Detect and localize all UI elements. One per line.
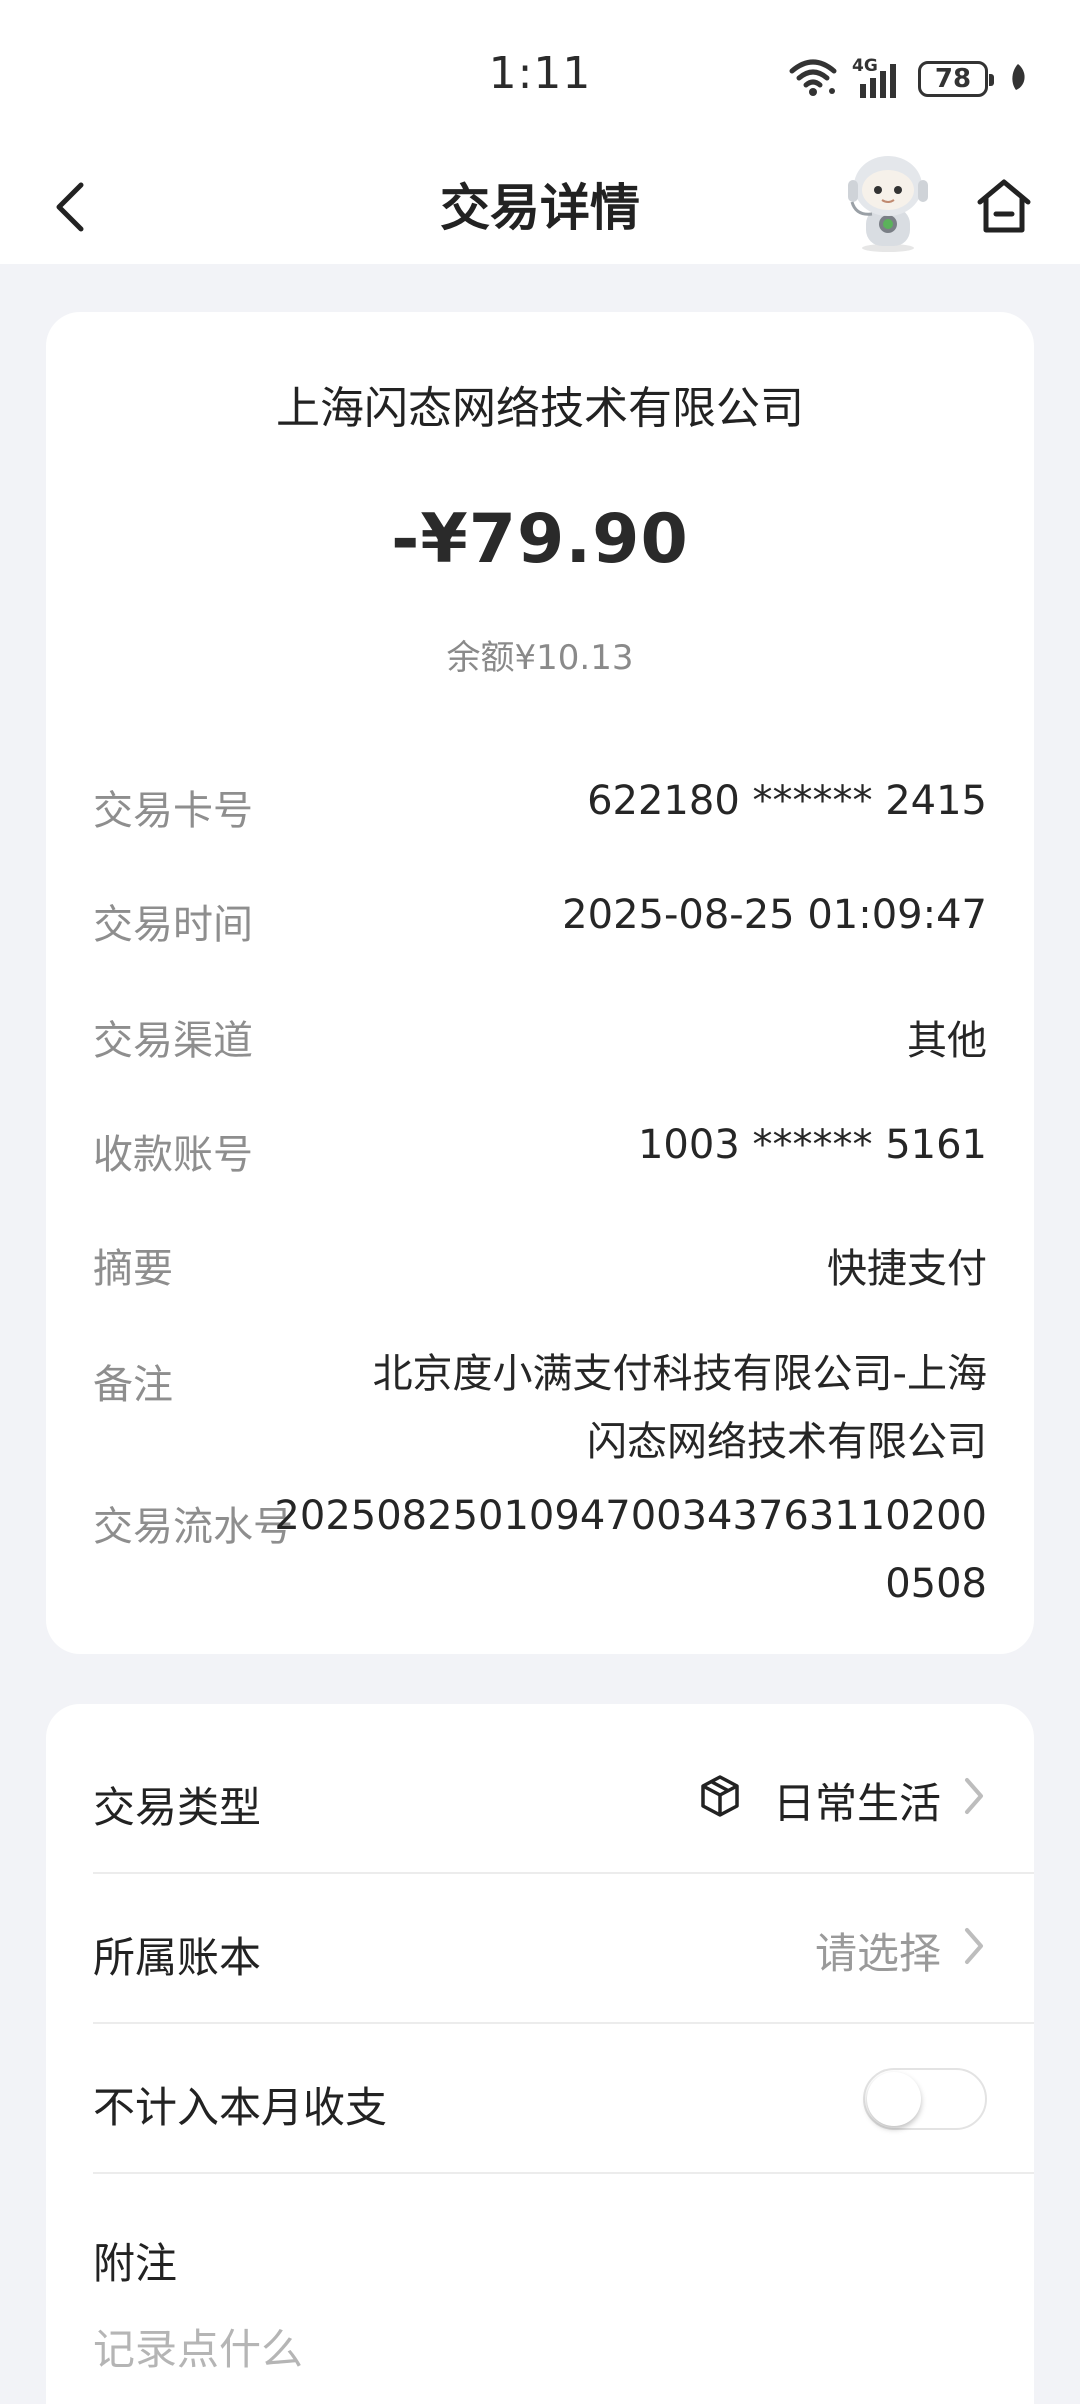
divider (93, 1872, 1034, 1874)
transaction-amount: -¥79.90 (391, 500, 689, 579)
detail-value-time: 2025-08-25 01:09:47 (562, 892, 987, 938)
detail-value-summary: 快捷支付 (827, 1246, 987, 1292)
remark-line-2: 闪态网络技术有限公司 (587, 1419, 987, 1465)
divider (93, 2022, 1034, 2024)
divider (93, 2172, 1034, 2174)
exclude-monthly-toggle[interactable] (863, 2068, 987, 2130)
merchant-name: 上海闪态网络技术有限公司 (276, 383, 804, 434)
home-icon (977, 179, 1031, 233)
detail-label-channel: 交易渠道 (93, 1018, 253, 1064)
leaf-icon (1008, 62, 1028, 96)
exclude-monthly-label: 不计入本月收支 (93, 2083, 388, 2132)
signal-icon: 4G (852, 56, 904, 100)
chevron-right-icon (961, 1774, 987, 1828)
transaction-type-value[interactable]: 日常生活 (697, 1770, 987, 1831)
detail-value-remark: 北京度小满支付科技有限公司-上海 闪态网络技术有限公司 (373, 1340, 987, 1476)
note-input[interactable]: 记录点什么 (93, 2316, 303, 2377)
detail-label-time: 交易时间 (93, 902, 253, 948)
detail-label-remark: 备注 (93, 1362, 173, 1408)
detail-value-channel: 其他 (907, 1018, 987, 1064)
remark-line-1: 北京度小满支付科技有限公司-上海 (372, 1351, 987, 1397)
account-balance: 余额¥10.13 (446, 638, 634, 678)
transaction-type-text: 日常生活 (772, 1779, 941, 1828)
account-book-placeholder: 请选择 (814, 1929, 941, 1978)
wifi-icon (788, 57, 838, 101)
toggle-knob (867, 2072, 921, 2126)
account-book-selector[interactable]: 请选择 (815, 1920, 987, 1981)
detail-value-card-number: 622180 ****** 2415 (587, 778, 987, 824)
serial-line-1: 2025082501094700343763110200 (274, 1493, 987, 1539)
serial-line-2: 0508 (885, 1561, 987, 1607)
detail-value-serial-number: 2025082501094700343763110200 0508 (274, 1482, 987, 1618)
detail-label-card-number: 交易卡号 (93, 788, 253, 834)
detail-label-payee-account: 收款账号 (93, 1132, 253, 1178)
detail-value-payee-account: 1003 ****** 5161 (637, 1122, 987, 1168)
status-icons: 4G 78 (788, 56, 1028, 102)
status-bar: 1:11 4G 78 (0, 0, 1080, 150)
detail-label-summary: 摘要 (93, 1246, 173, 1292)
robot-assistant-icon[interactable] (838, 150, 938, 254)
account-book-label: 所属账本 (93, 1933, 262, 1982)
battery-level: 78 (934, 64, 972, 94)
home-button[interactable] (968, 170, 1040, 242)
top-nav-bar: 交易详情 (0, 150, 1080, 264)
battery-icon: 78 (918, 61, 994, 97)
chevron-right-icon (961, 1924, 987, 1978)
note-label: 附注 (93, 2239, 178, 2288)
box-icon (697, 1773, 743, 1829)
transaction-type-label: 交易类型 (93, 1783, 262, 1832)
detail-label-serial-number: 交易流水号 (93, 1504, 293, 1550)
